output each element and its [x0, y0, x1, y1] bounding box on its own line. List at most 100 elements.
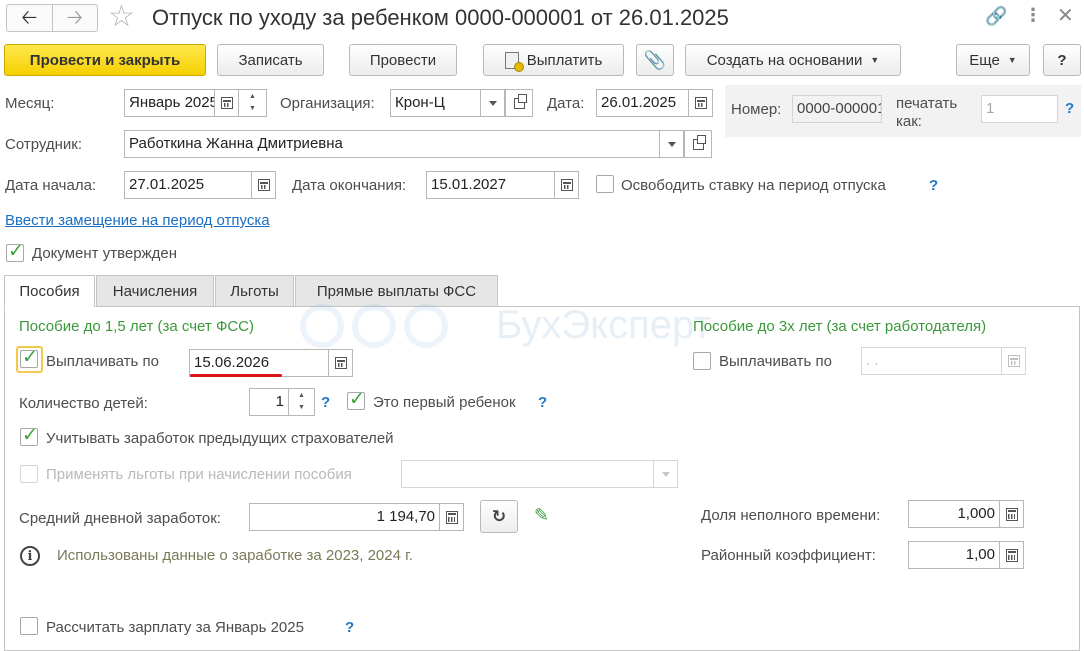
- calendar-icon: [257, 179, 270, 191]
- print-as-input[interactable]: 1: [981, 95, 1058, 123]
- avg-daily-calculator-button[interactable]: [440, 503, 464, 531]
- print-as-help-icon[interactable]: ?: [1065, 100, 1074, 117]
- calendar-icon: [220, 97, 233, 109]
- prev-insurers-checkbox[interactable]: ✓: [20, 426, 38, 446]
- chevron-down-icon: ▼: [870, 55, 880, 65]
- stepper-down-icon[interactable]: ▼: [249, 103, 256, 115]
- edit-pencil-icon[interactable]: ✎: [534, 505, 549, 526]
- checkmark-icon: ✓: [349, 389, 365, 410]
- document-title: Отпуск по уходу за ребенком 0000-000001 …: [152, 5, 729, 30]
- part-time-input[interactable]: 1,000: [908, 500, 1000, 528]
- paperclip-icon: 📎: [643, 49, 667, 70]
- pay-until-calendar-button[interactable]: [329, 349, 353, 377]
- calc-salary-label: Рассчитать зарплату за Январь 2025: [46, 619, 304, 636]
- watermark-logo: [300, 300, 460, 352]
- start-date-input[interactable]: 27.01.2025: [124, 171, 252, 199]
- number-input[interactable]: 0000-000001: [792, 95, 882, 123]
- employee-dropdown-button[interactable]: [660, 130, 684, 158]
- pay-button[interactable]: Выплатить: [483, 44, 624, 76]
- date-input[interactable]: 26.01.2025: [596, 89, 689, 117]
- end-date-calendar-button[interactable]: [555, 171, 579, 199]
- document-pay-icon: [504, 51, 524, 72]
- children-count-stepper[interactable]: ▲ ▼: [289, 388, 315, 416]
- date-calendar-button[interactable]: [689, 89, 713, 117]
- back-button[interactable]: 🡠: [7, 5, 53, 31]
- first-child-checkbox[interactable]: ✓: [347, 389, 365, 410]
- favorite-star-icon[interactable]: ☆: [108, 2, 135, 32]
- calc-salary-help-icon[interactable]: ?: [345, 619, 354, 636]
- more-vert-icon[interactable]: ⋮: [1024, 5, 1042, 26]
- stepper-up-icon[interactable]: ▲: [298, 390, 305, 402]
- prev-insurers-label: Учитывать заработок предыдущих страховат…: [46, 430, 394, 447]
- free-rate-help-icon[interactable]: ?: [929, 177, 938, 194]
- pay-until-checkbox[interactable]: ✓: [20, 347, 38, 368]
- calendar-icon: [694, 97, 707, 109]
- organization-open-button[interactable]: [505, 89, 533, 117]
- organization-input[interactable]: Крон-Ц: [390, 89, 481, 117]
- forward-button[interactable]: 🡢: [53, 5, 98, 31]
- calculator-icon: [1005, 548, 1018, 562]
- apply-benefits-checkbox[interactable]: [20, 465, 38, 483]
- first-child-help-icon[interactable]: ?: [538, 394, 547, 411]
- children-count-input[interactable]: 1: [249, 388, 289, 416]
- pay-until-2-input[interactable]: . .: [861, 347, 1002, 375]
- red-underline: [190, 374, 282, 377]
- number-label: Номер:: [731, 101, 782, 118]
- tab-benefits[interactable]: Пособия: [4, 275, 95, 307]
- approved-checkbox[interactable]: ✓: [6, 242, 24, 262]
- month-stepper[interactable]: ▲ ▼: [239, 89, 267, 117]
- regional-coef-calculator-button[interactable]: [1000, 541, 1024, 569]
- chevron-down-icon: ▼: [1007, 55, 1017, 65]
- calculator-icon: [445, 510, 458, 524]
- refresh-button[interactable]: ↻: [480, 500, 518, 533]
- pay-until-input[interactable]: 15.06.2026: [189, 349, 329, 377]
- open-form-icon: [692, 134, 706, 150]
- link-icon[interactable]: 🔗: [985, 6, 1007, 27]
- attach-button[interactable]: 📎: [636, 44, 674, 76]
- calc-salary-checkbox[interactable]: [20, 617, 38, 635]
- free-rate-checkbox[interactable]: [596, 175, 614, 193]
- month-label: Месяц:: [5, 95, 55, 112]
- watermark-text: БухЭксперт: [496, 303, 712, 347]
- close-icon[interactable]: ✕: [1057, 3, 1074, 28]
- part-time-calculator-button[interactable]: [1000, 500, 1024, 528]
- avg-daily-earnings-input[interactable]: 1 194,70: [249, 503, 440, 531]
- end-date-input[interactable]: 15.01.2027: [426, 171, 555, 199]
- employee-input[interactable]: Работкина Жанна Дмитриевна: [124, 130, 660, 158]
- tab-privileges[interactable]: Льготы: [215, 275, 294, 307]
- start-date-calendar-button[interactable]: [252, 171, 276, 199]
- substitution-link[interactable]: Ввести замещение на период отпуска: [5, 212, 270, 229]
- regional-coef-input[interactable]: 1,00: [908, 541, 1000, 569]
- pay-until-2-calendar-button[interactable]: [1002, 347, 1026, 375]
- end-date-label: Дата окончания:: [292, 177, 407, 194]
- month-input[interactable]: Январь 2025: [124, 89, 215, 117]
- print-as-label: печатать как:: [896, 95, 958, 130]
- save-button[interactable]: Записать: [217, 44, 324, 76]
- checkmark-icon: ✓: [22, 347, 38, 368]
- chevron-down-icon: [488, 100, 497, 106]
- employee-open-button[interactable]: [684, 130, 712, 158]
- apply-benefits-dropdown-button[interactable]: [654, 460, 678, 488]
- stepper-up-icon[interactable]: ▲: [249, 91, 256, 103]
- post-button[interactable]: Провести: [349, 44, 457, 76]
- tab-accruals[interactable]: Начисления: [96, 275, 214, 307]
- calendar-icon: [560, 179, 573, 191]
- free-rate-label: Освободить ставку на период отпуска: [621, 177, 886, 194]
- more-label: Еще: [969, 51, 1000, 69]
- open-form-icon: [513, 93, 527, 109]
- apply-benefits-select[interactable]: [401, 460, 654, 488]
- more-button[interactable]: Еще ▼: [956, 44, 1030, 76]
- create-based-label: Создать на основании: [706, 51, 863, 69]
- organization-dropdown-button[interactable]: [481, 89, 505, 117]
- chevron-down-icon: [661, 471, 670, 477]
- pay-until-2-checkbox[interactable]: [693, 352, 711, 370]
- post-and-close-button[interactable]: Провести и закрыть: [4, 44, 206, 76]
- children-count-help-icon[interactable]: ?: [321, 394, 330, 411]
- pay-until-label: Выплачивать по: [46, 353, 159, 370]
- stepper-down-icon[interactable]: ▼: [298, 402, 305, 414]
- create-based-on-button[interactable]: Создать на основании ▼: [685, 44, 901, 76]
- help-button[interactable]: ?: [1043, 44, 1081, 76]
- regional-coef-label: Районный коэффициент:: [701, 547, 876, 564]
- refresh-icon: ↻: [491, 506, 507, 526]
- month-calendar-button[interactable]: [215, 89, 239, 117]
